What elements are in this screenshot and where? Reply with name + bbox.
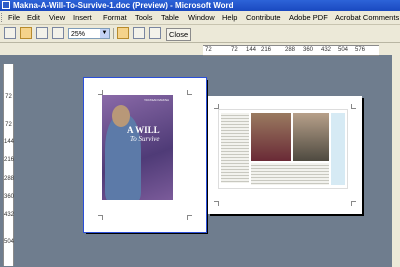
crop-mark <box>187 215 192 220</box>
magnifier-icon[interactable] <box>20 27 32 39</box>
menu-grip[interactable] <box>1 13 5 22</box>
print-icon[interactable] <box>4 27 16 39</box>
ruler-tick: 72 <box>205 47 212 53</box>
spread-sidebar-panel <box>331 113 345 185</box>
menu-edit[interactable]: Edit <box>27 11 40 24</box>
ruler-tick: 360 <box>303 47 314 53</box>
crop-mark <box>98 90 103 95</box>
ruler-tick: 288 <box>285 47 296 53</box>
vertical-ruler[interactable]: 72 72 144 216 288 360 432 504 <box>3 64 14 266</box>
ruler-tick: 216 <box>4 157 15 163</box>
ruler-tick: 360 <box>4 194 15 200</box>
ruler-tick: 144 <box>246 47 257 53</box>
menu-help[interactable]: Help <box>222 11 237 24</box>
vertical-scrollbar[interactable] <box>392 55 400 267</box>
ruler-tick: 576 <box>355 47 366 53</box>
ruler-tick: 432 <box>321 47 332 53</box>
menu-insert[interactable]: Insert <box>73 11 92 24</box>
spread-photo-right <box>293 113 329 161</box>
crop-mark <box>351 201 356 206</box>
menu-view[interactable]: View <box>49 11 65 24</box>
crop-mark <box>214 104 219 109</box>
ruler-tick: 432 <box>4 212 15 218</box>
ruler-tick: 288 <box>4 176 15 182</box>
cover-person-face <box>112 105 130 127</box>
crop-mark <box>214 201 219 206</box>
preview-page-2[interactable] <box>208 96 362 214</box>
spread-text-column <box>221 113 249 183</box>
spread-body-text <box>251 163 329 185</box>
window-title: Makna-A-Will-To-Survive-1.doc (Preview) … <box>13 1 234 10</box>
ruler-tick: 144 <box>4 139 15 145</box>
zoom-value: 25% <box>71 31 86 38</box>
menu-format[interactable]: Format <box>103 11 127 24</box>
menu-acrobat-comments[interactable]: Acrobat Comments <box>335 11 399 24</box>
shrink-to-fit-icon[interactable] <box>133 27 145 39</box>
toolbar-separator <box>113 28 114 39</box>
ruler-tick: 216 <box>261 47 272 53</box>
title-bar: Makna-A-Will-To-Survive-1.doc (Preview) … <box>0 0 400 11</box>
multiple-pages-icon[interactable] <box>52 27 64 39</box>
menu-adobe-pdf[interactable]: Adobe PDF <box>289 11 328 24</box>
menu-file[interactable]: File <box>8 11 20 24</box>
one-page-icon[interactable] <box>36 27 48 39</box>
preview-page-1[interactable]: YAYASAN MAKNA A WILL To Survive <box>83 77 207 233</box>
cover-title-line2: To Survive <box>130 135 160 143</box>
ruler-tick: 72 <box>5 94 12 100</box>
cover-image: YAYASAN MAKNA A WILL To Survive <box>102 95 173 200</box>
menu-tools[interactable]: Tools <box>135 11 153 24</box>
menu-bar: File Edit View Insert Format Tools Table… <box>0 11 400 25</box>
menu-contribute[interactable]: Contribute <box>246 11 281 24</box>
ruler-tick: 504 <box>338 47 349 53</box>
cover-title-line1: A WILL <box>127 125 160 135</box>
menu-window[interactable]: Window <box>188 11 215 24</box>
ruler-tick: 504 <box>4 239 15 245</box>
print-preview-toolbar: 25% ▼ Close <box>0 25 400 43</box>
menu-table[interactable]: Table <box>161 11 179 24</box>
horizontal-ruler[interactable]: 72 72 144 216 288 360 432 504 576 <box>203 45 379 56</box>
zoom-select[interactable]: 25% ▼ <box>68 28 110 39</box>
close-preview-button[interactable]: Close <box>166 28 192 41</box>
chevron-down-icon[interactable]: ▼ <box>100 29 109 38</box>
magazine-spread-image <box>218 109 348 189</box>
view-ruler-icon[interactable] <box>117 27 129 39</box>
ruler-tick: 72 <box>231 47 238 53</box>
crop-mark <box>98 215 103 220</box>
cover-brand-text: YAYASAN MAKNA <box>144 98 170 102</box>
ruler-tick: 72 <box>5 122 12 128</box>
full-screen-icon[interactable] <box>149 27 161 39</box>
crop-mark <box>187 90 192 95</box>
spread-photo-left <box>251 113 291 161</box>
word-app-icon <box>2 1 10 9</box>
crop-mark <box>351 104 356 109</box>
